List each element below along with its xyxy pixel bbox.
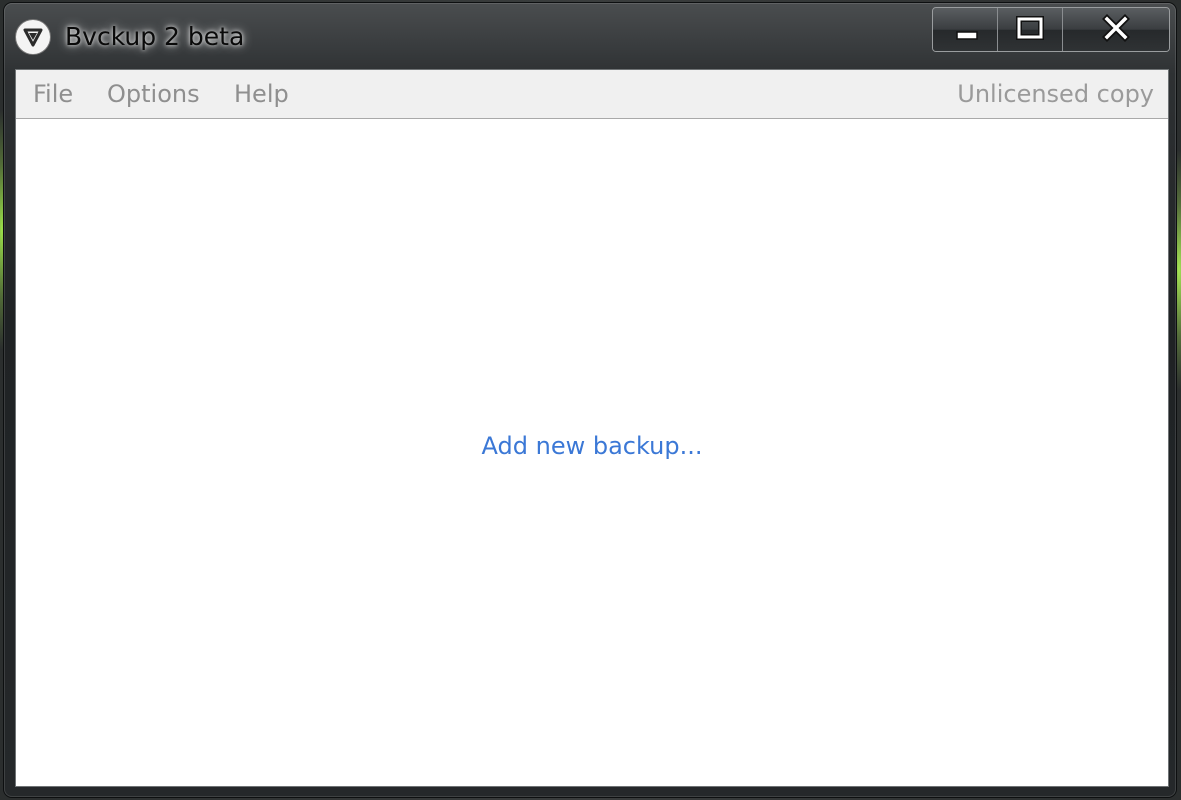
window-title: Bvckup 2 beta: [65, 22, 245, 51]
app-window: Bvckup 2 beta File Options Help Unlicens…: [4, 3, 1176, 797]
bvckup-logo-icon[interactable]: [16, 20, 50, 54]
minimize-button[interactable]: [933, 8, 998, 51]
minimize-icon: [956, 31, 978, 40]
menu-options[interactable]: Options: [107, 77, 200, 111]
menu-help[interactable]: Help: [234, 77, 289, 111]
license-status[interactable]: Unlicensed copy: [957, 77, 1154, 111]
close-icon: [1102, 14, 1130, 42]
desktop-background: Bvckup 2 beta File Options Help Unlicens…: [0, 0, 1181, 800]
client-area: File Options Help Unlicensed copy Add ne…: [15, 69, 1169, 787]
close-button[interactable]: [1063, 8, 1169, 51]
backup-list-area: Add new backup...: [16, 119, 1168, 786]
menu-file[interactable]: File: [33, 77, 73, 111]
maximize-button[interactable]: [998, 8, 1063, 51]
add-new-backup-link[interactable]: Add new backup...: [16, 429, 1168, 463]
maximize-icon: [1016, 16, 1044, 40]
caption-buttons: [932, 7, 1170, 52]
title-bar[interactable]: Bvckup 2 beta: [4, 3, 1176, 65]
menu-bar: File Options Help Unlicensed copy: [16, 70, 1168, 119]
